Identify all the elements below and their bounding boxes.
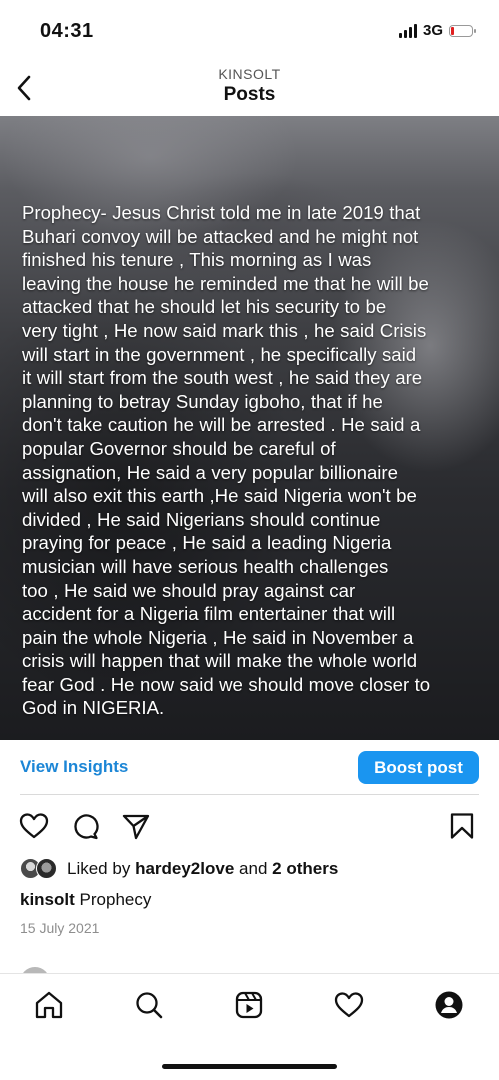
bottom-tab-bar bbox=[0, 973, 499, 1042]
likes-prefix: Liked by bbox=[67, 859, 131, 878]
post-actions bbox=[0, 808, 499, 844]
view-insights-link[interactable]: View Insights bbox=[20, 757, 128, 777]
tab-home[interactable] bbox=[31, 987, 67, 1023]
post-date: 15 July 2021 bbox=[20, 920, 100, 936]
page-title: Posts bbox=[223, 84, 276, 105]
tab-activity[interactable] bbox=[331, 987, 367, 1023]
reels-icon bbox=[235, 991, 263, 1019]
header-username: KINSOLT bbox=[218, 66, 281, 82]
tab-search[interactable] bbox=[131, 987, 167, 1023]
avatar bbox=[36, 858, 57, 879]
comment-button[interactable] bbox=[67, 808, 103, 844]
search-icon bbox=[136, 992, 163, 1019]
caption-text: Prophecy bbox=[79, 890, 152, 909]
top-nav-header: KINSOLT Posts bbox=[0, 60, 499, 116]
status-indicators: 3G bbox=[398, 22, 476, 39]
tab-reels[interactable] bbox=[231, 987, 267, 1023]
caption-username[interactable]: kinsolt bbox=[20, 890, 75, 909]
network-type: 3G bbox=[422, 22, 443, 39]
bookmark-icon bbox=[450, 813, 474, 839]
battery-icon bbox=[449, 24, 476, 37]
home-indicator bbox=[162, 1064, 337, 1069]
home-icon bbox=[35, 991, 63, 1019]
post-caption: kinsolt Prophecy bbox=[20, 890, 151, 910]
tab-profile[interactable] bbox=[431, 987, 467, 1023]
likes-text: Liked by hardey2love and 2 others bbox=[67, 859, 338, 879]
post-image[interactable]: Prophecy- Jesus Christ told me in late 2… bbox=[0, 116, 499, 740]
likes-row[interactable]: Liked by hardey2love and 2 others bbox=[20, 856, 338, 882]
boost-post-button[interactable]: Boost post bbox=[358, 751, 479, 784]
likes-username[interactable]: hardey2love bbox=[135, 859, 234, 878]
comment-icon bbox=[74, 814, 99, 840]
like-button[interactable] bbox=[16, 808, 52, 844]
activity-icon bbox=[334, 992, 364, 1018]
save-button[interactable] bbox=[444, 808, 480, 844]
heart-icon bbox=[19, 813, 49, 839]
signal-icon bbox=[398, 23, 417, 38]
share-icon bbox=[122, 814, 150, 840]
divider bbox=[20, 794, 479, 795]
liker-avatars bbox=[20, 857, 64, 881]
profile-icon bbox=[435, 991, 463, 1019]
status-time: 04:31 bbox=[40, 20, 94, 42]
status-bar: 04:31 3G bbox=[0, 0, 499, 60]
likes-others[interactable]: 2 others bbox=[272, 859, 338, 878]
post-image-text: Prophecy- Jesus Christ told me in late 2… bbox=[22, 202, 431, 719]
share-button[interactable] bbox=[118, 808, 154, 844]
likes-joiner: and bbox=[239, 859, 268, 878]
insights-row: View Insights Boost post bbox=[0, 740, 499, 796]
